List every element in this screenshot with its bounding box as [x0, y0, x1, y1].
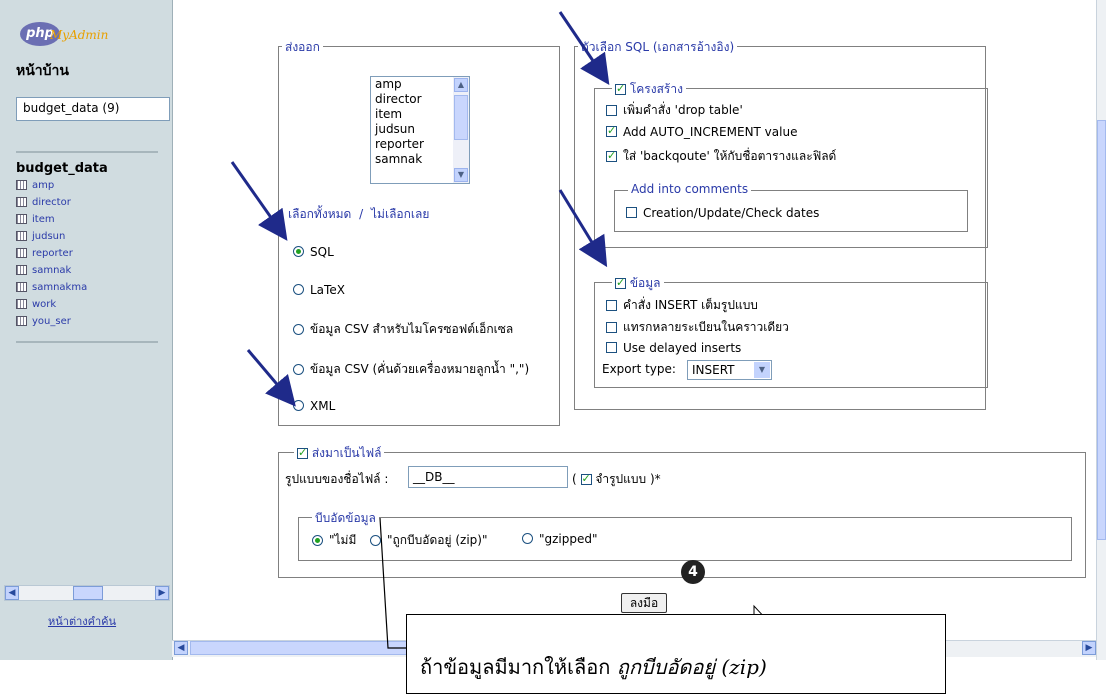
arrow-to-data [558, 189, 608, 268]
annotation-arrows [230, 11, 769, 649]
arrow-to-structure [558, 11, 610, 85]
arrow-to-xml [246, 349, 296, 407]
arrow-to-sql [230, 161, 288, 241]
callout-leader [379, 517, 408, 649]
callout-text: ถ้าข้อมูลมีมากให้เลือก ถูกบีบอัดอยู่ (zi… [420, 655, 767, 679]
